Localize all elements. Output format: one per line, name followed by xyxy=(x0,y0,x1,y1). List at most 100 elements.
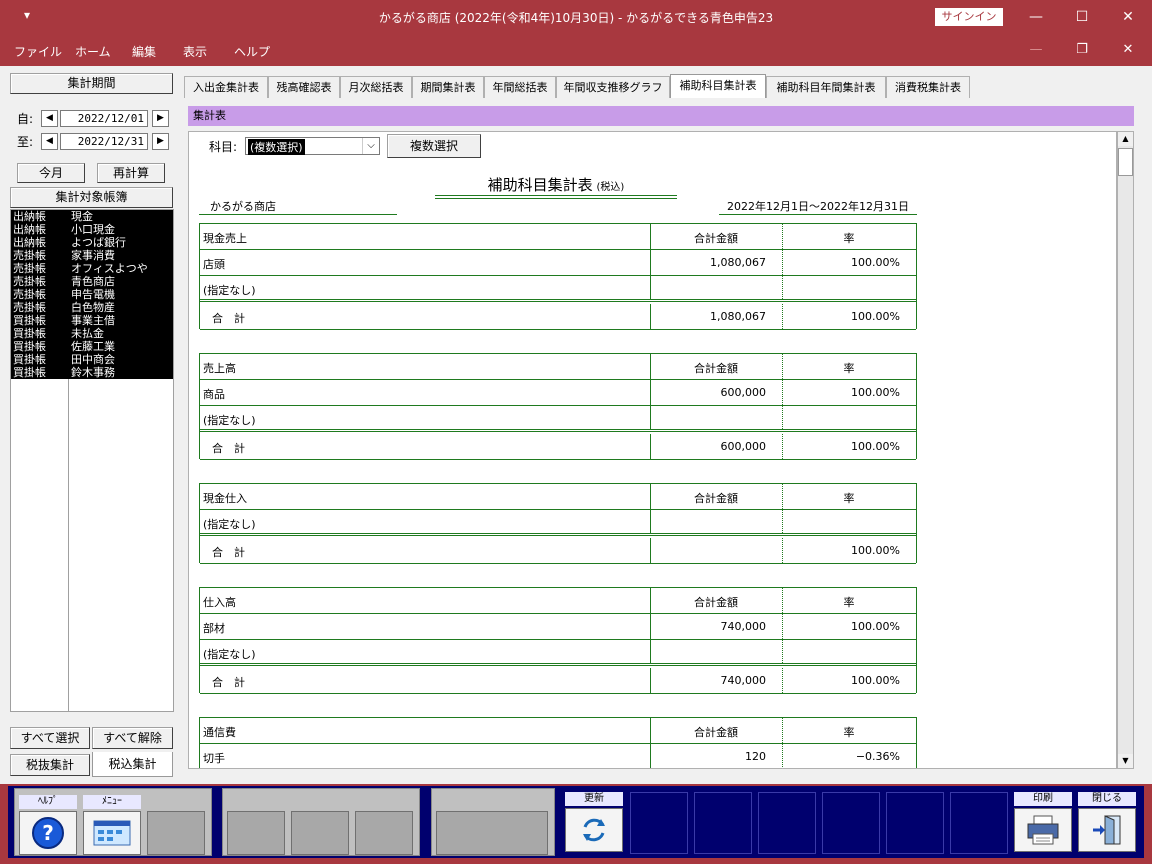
close-button[interactable] xyxy=(1078,808,1136,852)
total-rate: 100.00% xyxy=(851,310,900,323)
tab-consumption-tax[interactable]: 消費税集計表 xyxy=(886,76,970,98)
ledger-account: 事業主借 xyxy=(71,314,115,327)
tax-included-tab[interactable]: 税込集計 xyxy=(92,752,173,777)
col-rate-header: 率 xyxy=(843,726,855,739)
ledger-item[interactable]: 出納帳 よつば銀行 xyxy=(11,236,173,249)
total-label: 合 計 xyxy=(212,676,245,689)
summary-table: 現金仕入 合計金額 率 (指定なし) 合 計 100.00% xyxy=(199,483,917,564)
total-label: 合 計 xyxy=(212,442,245,455)
ledger-account: よつば銀行 xyxy=(71,236,126,249)
menu-edit[interactable]: 編集 xyxy=(132,43,156,60)
tab-annual-graph[interactable]: 年間収支推移グラフ xyxy=(556,76,670,98)
rate-value: 100.00% xyxy=(851,620,900,633)
ledger-item[interactable]: 売掛帳 オフィスよつや xyxy=(11,262,173,275)
menu-file[interactable]: ファイル xyxy=(14,43,62,60)
table-row: 合 計 1,080,067 100.00% xyxy=(200,304,916,330)
tab-subaccount-summary[interactable]: 補助科目集計表 xyxy=(670,74,766,98)
help-button[interactable]: ? xyxy=(19,811,77,855)
tax-excluded-tab[interactable]: 税抜集計 xyxy=(10,754,90,776)
menu-button[interactable] xyxy=(83,811,141,855)
menu-help[interactable]: ヘルプ xyxy=(234,43,270,60)
subject-select[interactable]: (複数選択) ⌵ xyxy=(245,137,380,155)
tab-period-summary[interactable]: 期間集計表 xyxy=(412,76,484,98)
empty-slot xyxy=(758,792,816,854)
from-prev-button[interactable]: ◀ xyxy=(41,110,58,127)
menu-view[interactable]: 表示 xyxy=(183,43,207,60)
col-rate-header: 率 xyxy=(843,362,855,375)
ledger-item[interactable]: 売掛帳 青色商店 xyxy=(11,275,173,288)
empty-slot xyxy=(630,792,688,854)
section-name: 売上高 xyxy=(203,362,236,375)
tab-monthly-summary[interactable]: 月次総括表 xyxy=(340,76,412,98)
table-row: 合 計 600,000 100.00% xyxy=(200,434,916,460)
tab-subaccount-annual[interactable]: 補助科目年間集計表 xyxy=(766,76,886,98)
table-row: 仕入高 合計金額 率 xyxy=(200,588,916,614)
menu-home[interactable]: ホーム xyxy=(75,43,111,60)
this-month-button[interactable]: 今月 xyxy=(17,163,85,183)
vertical-scrollbar[interactable]: ▲ ▼ xyxy=(1117,131,1134,769)
scroll-thumb[interactable] xyxy=(1118,148,1133,176)
ledger-item[interactable]: 売掛帳 家事消費 xyxy=(11,249,173,262)
rate-value: 100.00% xyxy=(851,386,900,399)
recalc-button[interactable]: 再計算 xyxy=(97,163,165,183)
scroll-down-arrow[interactable]: ▼ xyxy=(1118,754,1133,768)
summary-table: 仕入高 合計金額 率部材 740,000 100.00% (指定なし) 合 計 740,000… xyxy=(199,587,917,694)
ledger-type: 売掛帳 xyxy=(13,275,46,288)
from-next-button[interactable]: ▶ xyxy=(152,110,169,127)
to-next-button[interactable]: ▶ xyxy=(152,133,169,150)
ledger-type: 買掛帳 xyxy=(13,314,46,327)
to-prev-button[interactable]: ◀ xyxy=(41,133,58,150)
ledger-item[interactable]: 出納帳 小口現金 xyxy=(11,223,173,236)
ledger-item[interactable]: 買掛帳 佐藤工業 xyxy=(11,340,173,353)
table-row: (指定なし) xyxy=(200,406,916,432)
ledger-item[interactable]: 買掛帳 鈴木事務 xyxy=(11,366,173,379)
tab-cash-summary[interactable]: 入出金集計表 xyxy=(184,76,268,98)
refresh-button[interactable] xyxy=(565,808,623,852)
ledger-account: 申告電機 xyxy=(71,288,115,301)
ledger-account: オフィスよつや xyxy=(71,262,148,275)
ledger-list[interactable]: 出納帳 現金 出納帳 小口現金 出納帳 よつば銀行 売掛帳 家事消費 売掛帳 オフィスよつや 売掛帳… xyxy=(10,209,174,712)
table-row: 店頭 1,080,067 100.00% xyxy=(200,250,916,276)
from-date-field[interactable]: 2022/12/01 xyxy=(60,110,148,127)
report-title-note: (税込) xyxy=(596,182,625,193)
signin-button[interactable]: サインイン xyxy=(935,8,1003,26)
ledger-item[interactable]: 買掛帳 事業主借 xyxy=(11,314,173,327)
deselect-all-button[interactable]: すべて解除 xyxy=(92,727,173,749)
mdi-close-button[interactable]: ✕ xyxy=(1105,34,1151,66)
mdi-restore-button[interactable]: ❐ xyxy=(1059,34,1105,66)
print-button[interactable] xyxy=(1014,808,1072,852)
exit-door-icon xyxy=(1093,815,1121,845)
tab-annual-summary[interactable]: 年間総括表 xyxy=(484,76,556,98)
mdi-minimize-button[interactable]: — xyxy=(1013,34,1059,66)
ledger-type: 売掛帳 xyxy=(13,288,46,301)
subaccount-name: 部材 xyxy=(203,622,225,635)
ledger-item[interactable]: 出納帳 現金 xyxy=(11,210,173,223)
period-header: 集計期間 xyxy=(10,73,173,94)
maximize-button[interactable]: ☐ xyxy=(1059,0,1105,34)
close-window-button[interactable]: ✕ xyxy=(1105,0,1151,34)
total-rate: 100.00% xyxy=(851,544,900,557)
total-rate: 100.00% xyxy=(851,440,900,453)
ledger-item[interactable]: 買掛帳 田中商会 xyxy=(11,353,173,366)
section-name: 現金売上 xyxy=(203,232,247,245)
table-row: 商品 600,000 100.00% xyxy=(200,380,916,406)
select-all-button[interactable]: すべて選択 xyxy=(10,727,90,749)
ledger-item[interactable]: 売掛帳 申告電機 xyxy=(11,288,173,301)
tab-balance-check[interactable]: 残高確認表 xyxy=(268,76,340,98)
to-date-field[interactable]: 2022/12/31 xyxy=(60,133,148,150)
total-amount: 740,000 xyxy=(720,674,767,687)
col-amount-header: 合計金額 xyxy=(694,232,738,245)
multi-select-button[interactable]: 複数選択 xyxy=(387,134,481,158)
ledger-type: 出納帳 xyxy=(13,210,46,223)
ledger-type: 売掛帳 xyxy=(13,301,46,314)
minimize-button[interactable]: — xyxy=(1013,0,1059,34)
chevron-down-icon[interactable]: ⌵ xyxy=(362,138,379,154)
title-underline xyxy=(435,195,677,199)
scroll-up-arrow[interactable]: ▲ xyxy=(1118,132,1133,146)
col-amount-header: 合計金額 xyxy=(694,596,738,609)
ledger-item[interactable]: 売掛帳 白色物産 xyxy=(11,301,173,314)
ledger-item[interactable]: 買掛帳 未払金 xyxy=(11,327,173,340)
report-title: 補助科目集計表 (税込) xyxy=(435,174,677,195)
subaccount-name: 商品 xyxy=(203,388,225,401)
col-amount-header: 合計金額 xyxy=(694,362,738,375)
